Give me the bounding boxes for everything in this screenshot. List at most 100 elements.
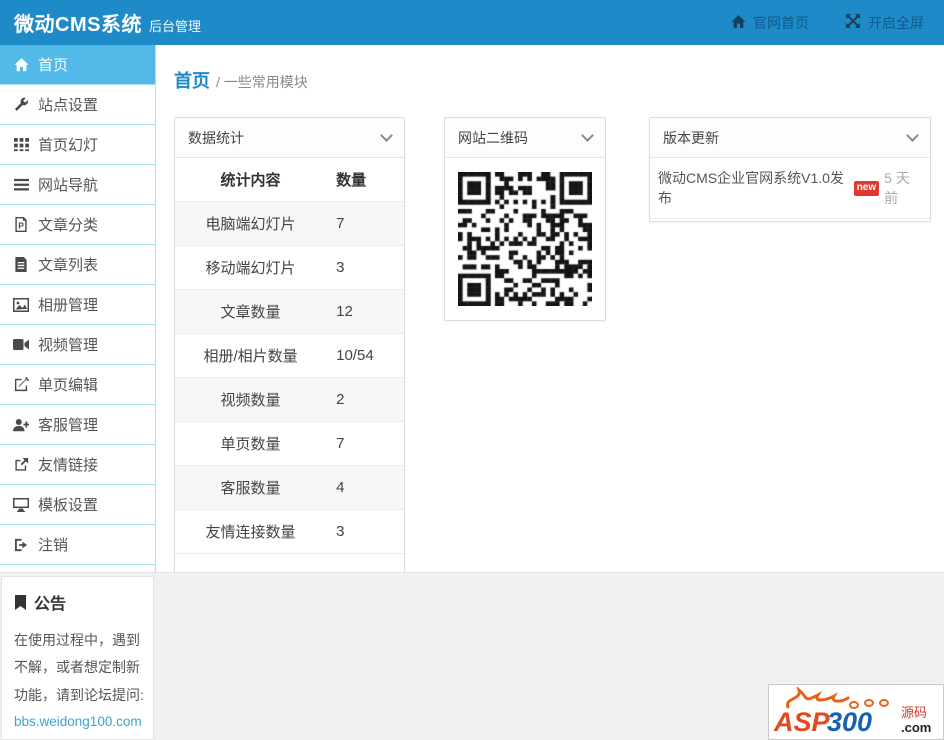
- update-time: 5 天前: [884, 170, 910, 206]
- sidebar-item-article-list[interactable]: 文章列表: [0, 245, 155, 285]
- announcement-title: 公告: [34, 596, 67, 613]
- breadcrumb-trail: / 一些常用模块: [216, 74, 308, 90]
- chevron-down-icon[interactable]: [906, 128, 919, 142]
- update-item-0[interactable]: 微动CMS企业官网系统V1.0发布 new 5 天前: [650, 158, 930, 219]
- app-title: 微动CMS系统: [14, 14, 142, 36]
- stat-label: 客服数量: [220, 480, 281, 497]
- sidebar-item-video-manage[interactable]: 视频管理: [0, 325, 155, 365]
- stats-row-5: 单页数量 7: [175, 421, 404, 466]
- stats-row-6: 客服数量 4: [175, 465, 404, 510]
- photo-icon: [13, 297, 29, 313]
- stat-value: 7: [336, 215, 345, 232]
- top-link-label: 开启全屏: [868, 14, 924, 31]
- new-badge: new: [853, 180, 880, 196]
- fullscreen-icon: [845, 13, 861, 32]
- chevron-down-icon[interactable]: [581, 128, 594, 142]
- stat-value: 3: [336, 259, 345, 276]
- sidebar-item-label: 单页编辑: [38, 377, 99, 394]
- stats-table-body: 电脑端幻灯片 7 移动端幻灯片 3 文章数量 12 相册/相片数量 10/54 视频数量 2 单页数…: [175, 201, 404, 554]
- stat-value: 12: [336, 303, 353, 320]
- stat-label: 视频数量: [220, 392, 281, 409]
- sidebar-item-label: 模板设置: [38, 497, 99, 514]
- sidebar-item-label: 注销: [38, 537, 69, 554]
- sidebar-item-label: 首页幻灯: [38, 137, 99, 154]
- updates-list: 微动CMS企业官网系统V1.0发布 new 5 天前: [650, 158, 930, 221]
- sidebar-item-friend-links[interactable]: 友情链接: [0, 445, 155, 485]
- stats-panel-title: 数据统计: [188, 129, 244, 146]
- stats-panel-header[interactable]: 数据统计: [175, 118, 404, 158]
- top-link-site-home[interactable]: 官网首页: [731, 13, 809, 33]
- stats-row-0: 电脑端幻灯片 7: [175, 201, 404, 246]
- external-link-icon: [13, 457, 29, 473]
- stats-col-count: 数量: [336, 172, 367, 189]
- stat-value: 7: [336, 435, 345, 452]
- sidebar-item-album-manage[interactable]: 相册管理: [0, 285, 155, 325]
- updates-panel-header[interactable]: 版本更新: [650, 118, 930, 158]
- breadcrumb-current[interactable]: 首页: [174, 67, 210, 93]
- sidebar-item-label: 友情链接: [38, 457, 99, 474]
- stat-label: 移动端幻灯片: [205, 260, 296, 277]
- sidebar-item-label: 相册管理: [38, 297, 99, 314]
- sidebar-item-logout[interactable]: 注销: [0, 525, 155, 565]
- asp300-watermark: ASP 300 源码 .com: [768, 684, 944, 740]
- list-icon: [13, 177, 29, 193]
- admin-page: 微动CMS系统 后台管理 官网首页 开启全屏 首页 站点设置 首页幻灯 网站导航 P 文章分…: [0, 0, 944, 740]
- stats-table: 统计内容 数量 电脑端幻灯片 7 移动端幻灯片 3 文章数量 12 相册/相片数量 10/54…: [175, 158, 404, 553]
- stat-label: 友情连接数量: [205, 524, 296, 541]
- asp300-logo: ASP 300 源码 .com: [773, 687, 931, 737]
- sidebar-item-label: 文章分类: [38, 217, 99, 234]
- sidebar-menu: 首页站点设置首页幻灯网站导航 P 文章分类文章列表相册管理视频管理单页编辑客服管理友…: [0, 45, 156, 572]
- grid-icon: [13, 137, 29, 153]
- sidebar-item-label: 视频管理: [38, 337, 99, 354]
- video-camera-icon: [13, 337, 29, 353]
- sidebar-item-label: 站点设置: [38, 97, 99, 114]
- watermark-text-yuanma: 源码: [901, 705, 927, 720]
- top-link-fullscreen[interactable]: 开启全屏: [845, 13, 924, 33]
- monitor-icon: [13, 497, 29, 513]
- updates-panel: 版本更新 微动CMS企业官网系统V1.0发布 new 5 天前: [649, 117, 931, 222]
- topbar-links: 官网首页 开启全屏: [731, 13, 924, 33]
- sidebar-item-home[interactable]: 首页: [0, 45, 155, 85]
- stats-row-2: 文章数量 12: [175, 289, 404, 334]
- sidebar-item-page-edit[interactable]: 单页编辑: [0, 365, 155, 405]
- sidebar-item-article-category[interactable]: P 文章分类: [0, 205, 155, 245]
- forum-link[interactable]: bbs.weidong100.com: [14, 709, 142, 735]
- stat-label: 电脑端幻灯片: [205, 216, 296, 233]
- main-content: 首页 / 一些常用模块 数据统计 统计内容 数量 电脑端幻灯片 7 移动端幻灯片 3 文…: [157, 45, 944, 580]
- edit-icon: [13, 377, 29, 393]
- sidebar-item-label: 首页: [38, 57, 69, 74]
- watermark-text-asp: ASP: [773, 707, 831, 737]
- stats-row-1: 移动端幻灯片 3: [175, 245, 404, 290]
- top-bar: 微动CMS系统 后台管理 官网首页 开启全屏: [0, 0, 944, 45]
- stat-label: 相册/相片数量: [203, 348, 298, 365]
- stat-value: 3: [336, 523, 345, 540]
- sidebar-item-site-nav[interactable]: 网站导航: [0, 165, 155, 205]
- top-link-label: 官网首页: [753, 14, 809, 31]
- stats-row-4: 视频数量 2: [175, 377, 404, 422]
- stat-value: 4: [336, 479, 345, 496]
- stats-panel: 数据统计 统计内容 数量 电脑端幻灯片 7 移动端幻灯片 3 文章数量 12 相册/相片数量…: [174, 117, 405, 580]
- home-icon: [13, 57, 29, 73]
- stats-row-3: 相册/相片数量 10/54: [175, 333, 404, 378]
- qrcode-panel: 网站二维码: [444, 117, 606, 321]
- updates-panel-title: 版本更新: [663, 129, 719, 146]
- qrcode-panel-header[interactable]: 网站二维码: [445, 118, 605, 158]
- qrcode-panel-title: 网站二维码: [458, 129, 528, 146]
- stat-label: 文章数量: [220, 304, 281, 321]
- announcement-body: 在使用过程中，遇到不解，或者想定制新功能，请到论坛提问:: [14, 632, 144, 703]
- stats-col-label: 统计内容: [220, 172, 281, 189]
- bookmark-icon: [15, 594, 26, 610]
- sidebar-item-home-slides[interactable]: 首页幻灯: [0, 125, 155, 165]
- svg-text:P: P: [18, 220, 24, 230]
- update-text: 微动CMS企业官网系统V1.0发布: [658, 170, 844, 206]
- chevron-down-icon[interactable]: [380, 128, 393, 142]
- stats-row-7: 友情连接数量 3: [175, 509, 404, 554]
- stat-value: 10/54: [336, 347, 374, 364]
- qrcode-image: [458, 172, 592, 306]
- sidebar-item-service-manage[interactable]: 客服管理: [0, 405, 155, 445]
- logout-icon: [13, 537, 29, 553]
- file-text-icon: [13, 257, 29, 273]
- sidebar-item-site-settings[interactable]: 站点设置: [0, 85, 155, 125]
- sidebar-item-label: 文章列表: [38, 257, 99, 274]
- sidebar-item-template-settings[interactable]: 模板设置: [0, 485, 155, 525]
